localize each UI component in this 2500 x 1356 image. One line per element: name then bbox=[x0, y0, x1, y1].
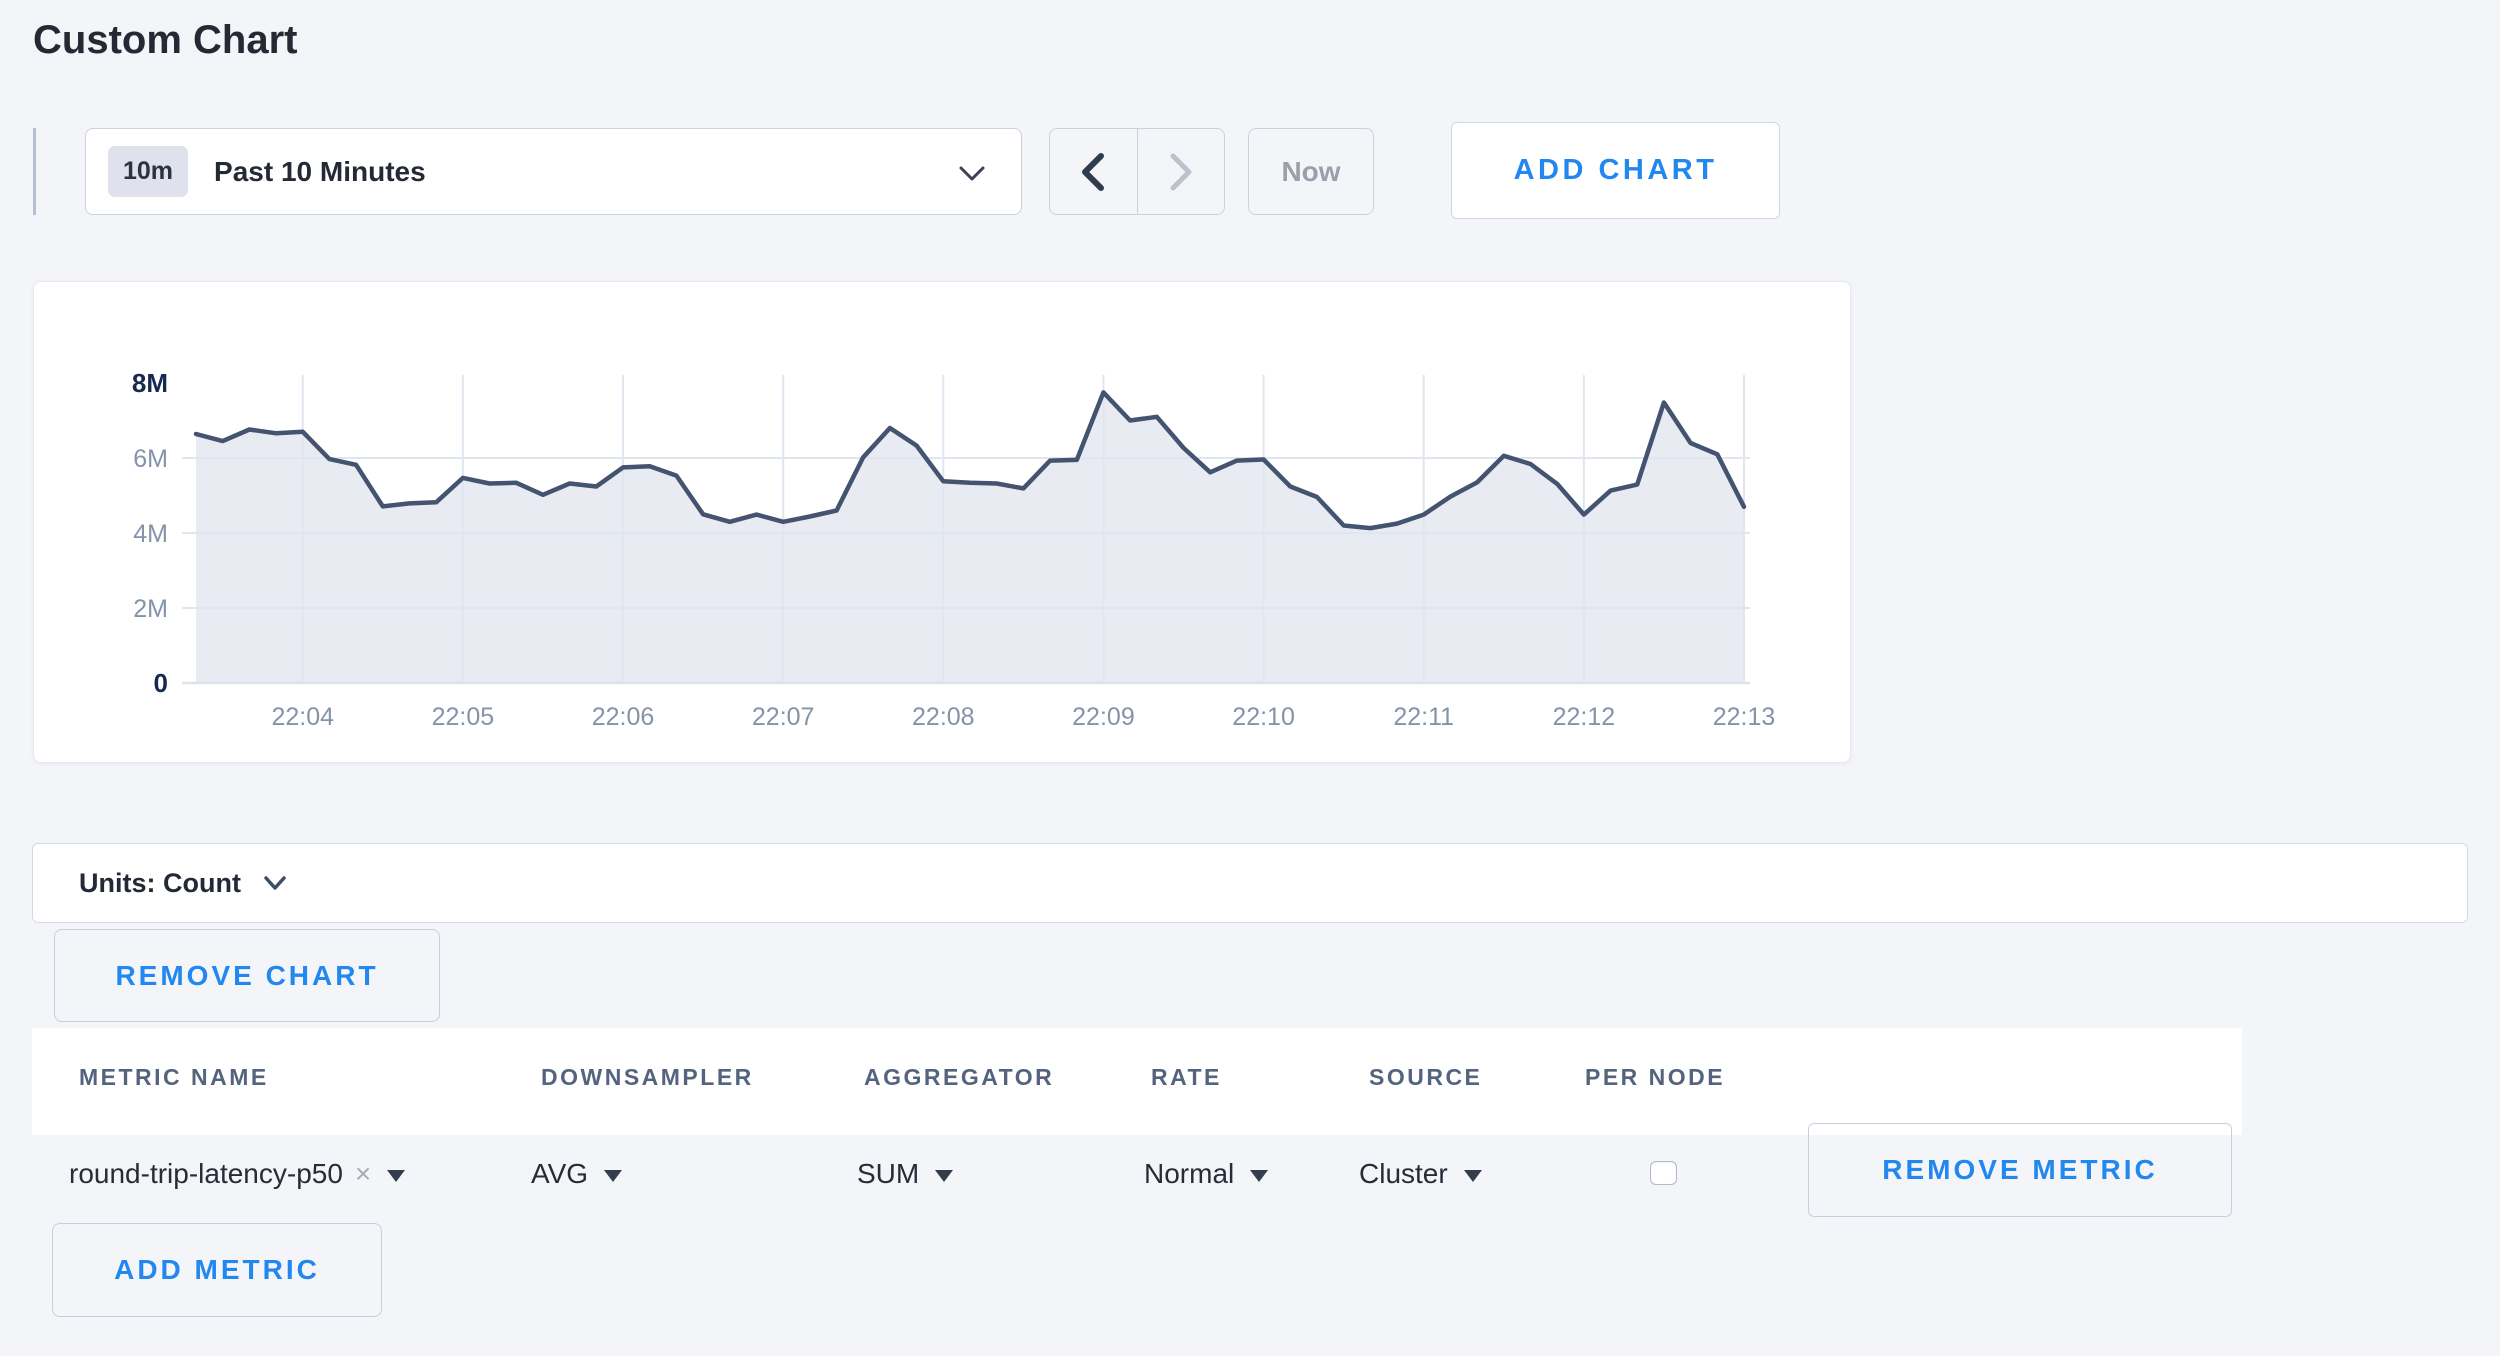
rate-dropdown[interactable]: Normal bbox=[1144, 1152, 1268, 1196]
metrics-table-header-band bbox=[32, 1028, 2242, 1135]
page-title: Custom Chart bbox=[33, 18, 297, 63]
x-axis-label: 22:10 bbox=[1232, 703, 1295, 731]
x-axis-label: 22:11 bbox=[1393, 703, 1454, 731]
x-axis-label: 22:05 bbox=[432, 703, 495, 731]
caret-down-icon bbox=[604, 1170, 622, 1182]
per-node-checkbox[interactable] bbox=[1650, 1161, 1677, 1185]
x-axis-label: 22:09 bbox=[1072, 703, 1135, 731]
col-header-aggregator: AGGREGATOR bbox=[864, 1064, 1054, 1091]
remove-chart-button[interactable]: REMOVE CHART bbox=[54, 929, 440, 1022]
downsampler-dropdown[interactable]: AVG bbox=[531, 1152, 622, 1196]
y-axis-label: 6M bbox=[133, 445, 168, 473]
units-dropdown[interactable]: Units: Count bbox=[32, 843, 2468, 923]
source-value: Cluster bbox=[1359, 1158, 1448, 1190]
col-header-rate: RATE bbox=[1151, 1064, 1222, 1091]
chevron-left-icon bbox=[1080, 152, 1106, 192]
aggregator-dropdown[interactable]: SUM bbox=[857, 1152, 953, 1196]
time-range-label: Past 10 Minutes bbox=[214, 156, 426, 188]
source-dropdown[interactable]: Cluster bbox=[1359, 1152, 1482, 1196]
time-step-control bbox=[1049, 128, 1225, 215]
caret-down-icon bbox=[1464, 1170, 1482, 1182]
add-chart-button[interactable]: ADD CHART bbox=[1451, 122, 1780, 219]
col-header-source: SOURCE bbox=[1369, 1064, 1482, 1091]
caret-down-icon bbox=[387, 1170, 405, 1182]
remove-tag-icon[interactable]: × bbox=[355, 1158, 371, 1190]
x-axis-label: 22:08 bbox=[912, 703, 975, 731]
remove-metric-button[interactable]: REMOVE METRIC bbox=[1808, 1123, 2232, 1217]
x-axis-label: 22:07 bbox=[752, 703, 815, 731]
rate-value: Normal bbox=[1144, 1158, 1234, 1190]
chart-area-fill bbox=[196, 392, 1744, 683]
latency-chart-svg: 22:04 22:05 22:06 22:07 22:08 22:09 22:10 22:11… bbox=[34, 282, 1850, 762]
x-axis-label: 22:13 bbox=[1713, 703, 1776, 731]
now-button[interactable]: Now bbox=[1248, 128, 1374, 215]
col-header-per-node: PER NODE bbox=[1585, 1064, 1725, 1091]
x-axis-label: 22:06 bbox=[592, 703, 655, 731]
y-axis-label: 8M bbox=[132, 368, 168, 398]
chevron-right-icon bbox=[1168, 152, 1194, 192]
add-metric-button[interactable]: ADD METRIC bbox=[52, 1223, 382, 1317]
y-axis-label: 4M bbox=[133, 520, 168, 548]
caret-down-icon bbox=[1250, 1170, 1268, 1182]
downsampler-value: AVG bbox=[531, 1158, 588, 1190]
step-forward-button[interactable] bbox=[1137, 129, 1225, 214]
x-axis-label: 22:04 bbox=[271, 703, 334, 731]
col-header-metric-name: METRIC NAME bbox=[79, 1064, 269, 1091]
time-range-badge: 10m bbox=[108, 146, 188, 197]
metric-name-value: round-trip-latency-p50 bbox=[69, 1158, 343, 1190]
chevron-down-icon bbox=[957, 162, 987, 189]
caret-down-icon bbox=[935, 1170, 953, 1182]
y-axis-label: 2M bbox=[133, 595, 168, 623]
units-label: Units: Count bbox=[79, 868, 241, 899]
chevron-down-icon bbox=[263, 874, 287, 897]
aggregator-value: SUM bbox=[857, 1158, 919, 1190]
col-header-downsampler: DOWNSAMPLER bbox=[541, 1064, 754, 1091]
time-range-dropdown[interactable]: 10m Past 10 Minutes bbox=[85, 128, 1022, 215]
step-back-button[interactable] bbox=[1050, 129, 1137, 214]
metric-name-dropdown[interactable]: round-trip-latency-p50 × bbox=[69, 1152, 405, 1196]
custom-chart-panel: 22:04 22:05 22:06 22:07 22:08 22:09 22:10 22:11… bbox=[33, 281, 1851, 763]
y-axis-label: 0 bbox=[154, 668, 168, 698]
x-axis-label: 22:12 bbox=[1553, 703, 1616, 731]
toolbar-accent-bar bbox=[33, 128, 36, 215]
